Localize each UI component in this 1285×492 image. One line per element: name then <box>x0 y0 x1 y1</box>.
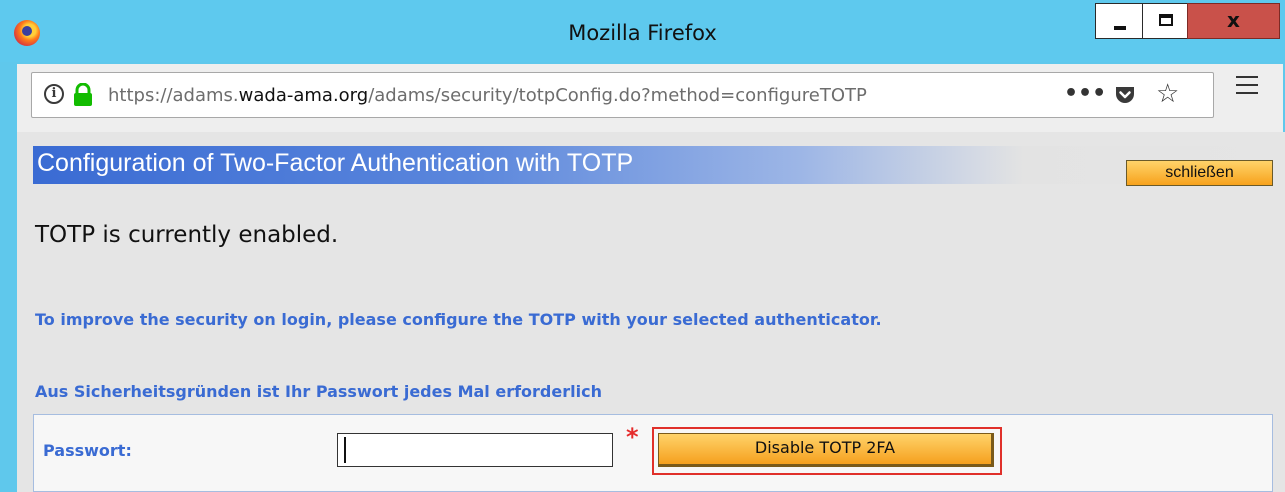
minimize-icon <box>1114 26 1126 30</box>
site-info-icon[interactable]: i <box>44 84 64 104</box>
url-text[interactable]: https://adams.wada-ama.org/adams/securit… <box>108 85 1048 109</box>
disable-totp-button[interactable]: Disable TOTP 2FA <box>658 433 994 467</box>
maximize-icon <box>1159 14 1173 26</box>
hamburger-menu-icon[interactable] <box>1236 76 1258 94</box>
url-domain: wada-ama.org <box>238 85 369 106</box>
pocket-icon[interactable] <box>1114 85 1136 105</box>
window-title: Mozilla Firefox <box>568 21 717 45</box>
lock-icon[interactable] <box>72 83 94 107</box>
required-marker: * <box>626 423 639 451</box>
password-input[interactable] <box>337 433 613 467</box>
configure-info-text: To improve the security on login, please… <box>35 310 882 329</box>
totp-status-text: TOTP is currently enabled. <box>35 222 339 248</box>
close-button[interactable]: schließen <box>1126 160 1273 186</box>
page-header-bar: Configuration of Two-Factor Authenticati… <box>33 146 1273 186</box>
bookmark-star-icon[interactable]: ☆ <box>1156 79 1179 109</box>
page-content: Configuration of Two-Factor Authenticati… <box>17 132 1285 492</box>
url-bar[interactable]: i https://adams.wada-ama.org/adams/secur… <box>31 72 1214 118</box>
url-prefix: https://adams. <box>108 85 239 106</box>
url-path: /adams/security/totpConfig.do?method=con… <box>368 85 867 106</box>
close-window-button[interactable]: x <box>1187 3 1280 39</box>
maximize-button[interactable] <box>1142 3 1188 39</box>
close-icon: x <box>1227 8 1240 32</box>
browser-window: Mozilla Firefox x i https://adams.wada-a… <box>0 0 1285 492</box>
password-form-row: Passwort: * Disable TOTP 2FA <box>33 414 1273 492</box>
page-title: Configuration of Two-Factor Authenticati… <box>37 149 634 177</box>
text-caret <box>344 437 346 463</box>
password-label: Passwort: <box>43 441 132 460</box>
password-info-text: Aus Sicherheitsgründen ist Ihr Passwort … <box>35 382 602 401</box>
title-bar: Mozilla Firefox x <box>0 0 1285 62</box>
page-actions-icon[interactable]: ••• <box>1064 81 1106 106</box>
minimize-button[interactable] <box>1095 3 1143 39</box>
url-fade <box>992 79 1054 113</box>
navigation-toolbar: i https://adams.wada-ama.org/adams/secur… <box>17 64 1283 132</box>
